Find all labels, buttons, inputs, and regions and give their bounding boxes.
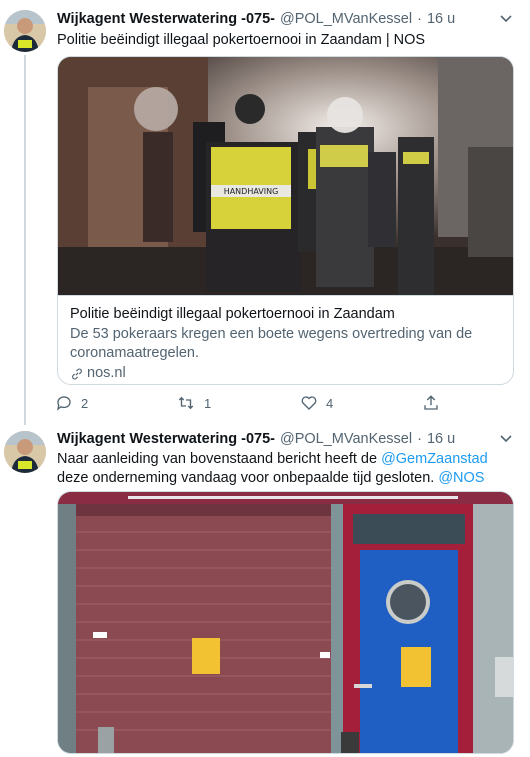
chevron-down-icon[interactable]	[498, 430, 514, 446]
tweet-2[interactable]: Wijkagent Westerwatering -075- @POL_MVan…	[0, 425, 530, 757]
author-name[interactable]: Wijkagent Westerwatering -075-	[57, 11, 275, 27]
card-description: De 53 pokeraars kregen een boete wegens …	[70, 326, 473, 361]
retweet-icon	[178, 396, 194, 410]
timestamp[interactable]: 16 u	[427, 11, 455, 27]
vest-text: HANDHAVING	[224, 187, 279, 196]
tweet-text-part: deze onderneming vandaag voor onbepaalde…	[57, 470, 439, 486]
retweet-count: 1	[204, 395, 212, 411]
tweet-header: Wijkagent Westerwatering -075- @POL_MVan…	[57, 431, 455, 447]
timestamp[interactable]: 16 u	[427, 431, 455, 447]
mention-link[interactable]: @GemZaanstad	[381, 451, 488, 467]
share-icon	[424, 395, 438, 410]
avatar[interactable]	[4, 431, 46, 473]
retweet-button[interactable]: 1	[176, 394, 211, 412]
tweet-text-part: Naar aanleiding van bovenstaand bericht …	[57, 451, 382, 467]
share-button[interactable]	[422, 394, 448, 412]
author-handle[interactable]: @POL_MVanKessel	[280, 11, 412, 27]
like-count: 4	[326, 395, 334, 411]
link-card[interactable]: HANDHAVING Politie beëindigt illegaal po…	[57, 56, 514, 385]
tweet-text: Politie beëindigt illegaal pokertoernooi…	[57, 32, 426, 48]
tweet-header: Wijkagent Westerwatering -075- @POL_MVan…	[57, 11, 455, 27]
reply-count: 2	[81, 395, 89, 411]
reply-button[interactable]: 2	[55, 394, 88, 412]
mention-link[interactable]: @NOS	[438, 470, 484, 486]
card-title[interactable]: Politie beëindigt illegaal pokertoernooi…	[70, 305, 503, 324]
tweet-text: Naar aanleiding van bovenstaand bericht …	[57, 450, 519, 488]
link-icon	[72, 368, 82, 379]
card-domain[interactable]: nos.nl	[70, 364, 503, 383]
chevron-down-icon[interactable]	[498, 10, 514, 26]
card-image: HANDHAVING	[58, 57, 513, 295]
tweet-1[interactable]: Wijkagent Westerwatering -075- @POL_MVan…	[0, 0, 530, 425]
separator-dot: ·	[417, 11, 422, 27]
tweet-actions: 2 1 4	[55, 394, 455, 414]
like-icon	[301, 396, 317, 410]
author-name[interactable]: Wijkagent Westerwatering -075-	[57, 431, 275, 447]
author-handle[interactable]: @POL_MVanKessel	[280, 431, 412, 447]
card-domain-text: nos.nl	[87, 365, 126, 381]
card-body: Politie beëindigt illegaal pokertoernooi…	[58, 295, 513, 384]
reply-icon	[56, 396, 71, 411]
storefront-image	[58, 492, 513, 753]
separator-dot: ·	[417, 431, 422, 447]
like-button[interactable]: 4	[300, 394, 333, 412]
tweet-photo[interactable]	[57, 491, 514, 754]
avatar[interactable]	[4, 10, 46, 52]
